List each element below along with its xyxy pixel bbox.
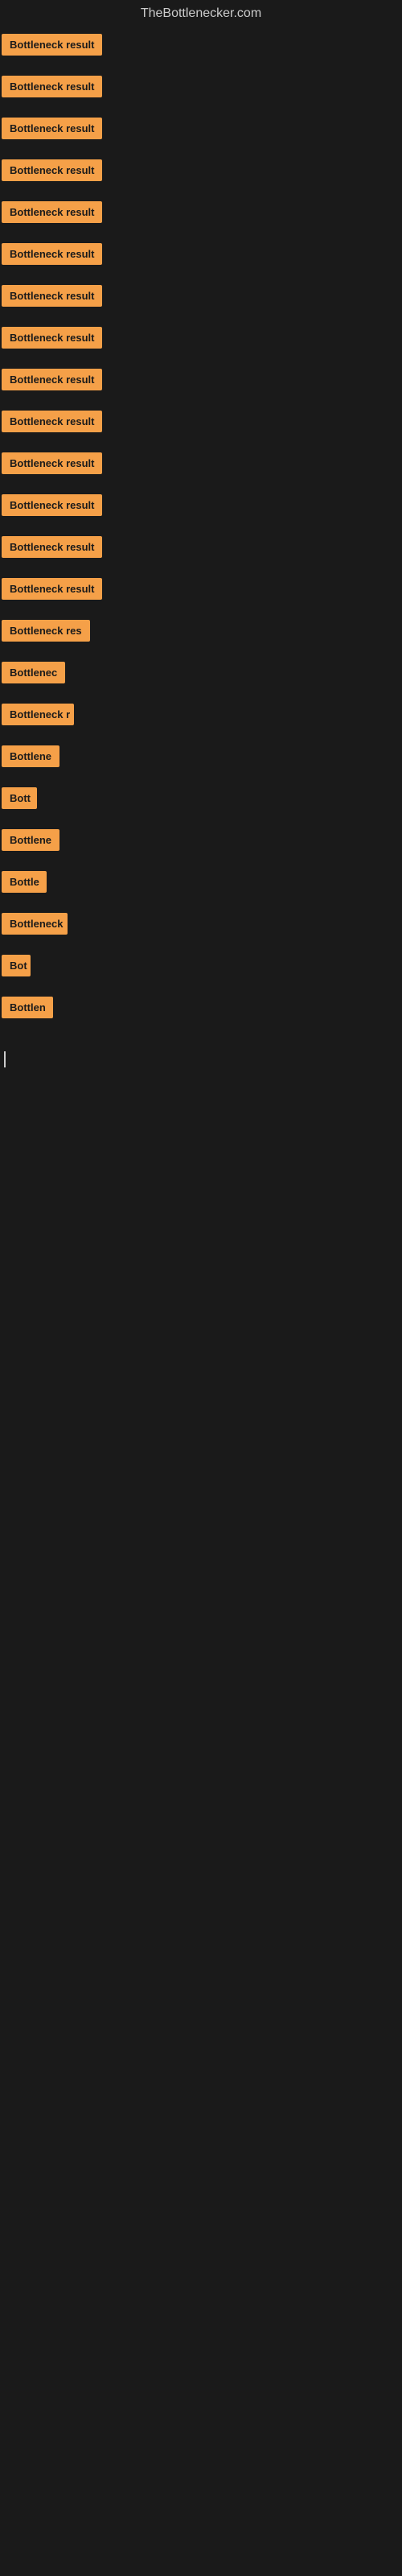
items-container: Bottleneck result Bottleneck result Bottle…	[0, 31, 402, 1035]
bottleneck-row: Bottleneck result	[2, 491, 402, 533]
cursor-line	[4, 1051, 6, 1067]
bottleneck-row: Bottleneck res	[2, 617, 402, 658]
bottleneck-row: Bottleneck result	[2, 407, 402, 449]
bottleneck-row: Bottleneck result	[2, 324, 402, 365]
bottleneck-row: Bott	[2, 784, 402, 826]
bottleneck-row: Bot	[2, 952, 402, 993]
bottleneck-badge[interactable]: Bottleneck result	[2, 578, 102, 600]
bottleneck-badge[interactable]: Bottlen	[2, 997, 53, 1018]
bottleneck-row: Bottleneck result	[2, 282, 402, 324]
bottleneck-row: Bottleneck result	[2, 198, 402, 240]
bottleneck-badge[interactable]: Bottleneck result	[2, 118, 102, 139]
bottleneck-badge[interactable]: Bottleneck res	[2, 620, 90, 642]
bottleneck-row: Bottlene	[2, 826, 402, 868]
bottleneck-row: Bottleneck result	[2, 114, 402, 156]
bottleneck-badge[interactable]: Bottleneck result	[2, 536, 102, 558]
bottleneck-badge[interactable]: Bottleneck result	[2, 76, 102, 97]
bottleneck-row: Bottleneck	[2, 910, 402, 952]
site-title: TheBottlenecker.com	[0, 0, 402, 31]
bottleneck-badge[interactable]: Bottleneck result	[2, 243, 102, 265]
bottleneck-badge[interactable]: Bottlenec	[2, 662, 65, 683]
bottleneck-badge[interactable]: Bottleneck result	[2, 369, 102, 390]
bottleneck-badge[interactable]: Bottleneck result	[2, 285, 102, 307]
bottleneck-row: Bottleneck result	[2, 449, 402, 491]
bottleneck-row: Bottlenec	[2, 658, 402, 700]
bottleneck-badge[interactable]: Bottleneck result	[2, 201, 102, 223]
bottleneck-badge[interactable]: Bottleneck result	[2, 494, 102, 516]
bottleneck-row: Bottleneck r	[2, 700, 402, 742]
bottleneck-badge[interactable]: Bottleneck result	[2, 159, 102, 181]
bottleneck-row: Bottlene	[2, 742, 402, 784]
bottleneck-badge[interactable]: Bottle	[2, 871, 47, 893]
bottleneck-badge[interactable]: Bottleneck result	[2, 34, 102, 56]
bottleneck-badge[interactable]: Bott	[2, 787, 37, 809]
bottleneck-badge[interactable]: Bottleneck	[2, 913, 68, 935]
bottleneck-row: Bottlen	[2, 993, 402, 1035]
bottleneck-row: Bottleneck result	[2, 533, 402, 575]
bottleneck-badge[interactable]: Bot	[2, 955, 31, 976]
bottleneck-row: Bottleneck result	[2, 31, 402, 72]
bottleneck-badge[interactable]: Bottleneck result	[2, 327, 102, 349]
bottleneck-row: Bottleneck result	[2, 72, 402, 114]
bottleneck-row: Bottleneck result	[2, 365, 402, 407]
bottleneck-badge[interactable]: Bottlene	[2, 829, 59, 851]
bottleneck-badge[interactable]: Bottleneck result	[2, 411, 102, 432]
bottleneck-row: Bottleneck result	[2, 156, 402, 198]
bottleneck-badge[interactable]: Bottleneck result	[2, 452, 102, 474]
bottleneck-row: Bottle	[2, 868, 402, 910]
bottleneck-row: Bottleneck result	[2, 240, 402, 282]
bottleneck-badge[interactable]: Bottlene	[2, 745, 59, 767]
bottleneck-badge[interactable]: Bottleneck r	[2, 704, 74, 725]
bottleneck-row: Bottleneck result	[2, 575, 402, 617]
